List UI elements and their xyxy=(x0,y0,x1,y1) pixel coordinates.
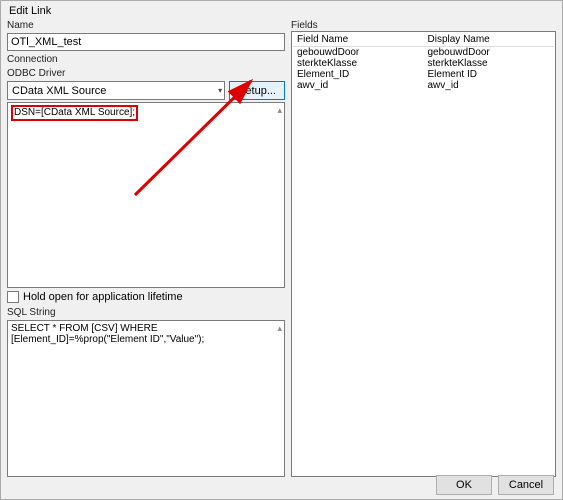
connection-label: Connection xyxy=(7,54,285,65)
cancel-button[interactable]: Cancel xyxy=(498,475,554,495)
sql-value: SELECT * FROM [CSV] WHERE [Element_ID]=%… xyxy=(11,323,204,345)
hold-open-checkbox[interactable] xyxy=(7,291,19,303)
table-row[interactable]: Element_IDElement ID xyxy=(293,69,554,80)
fields-listbox[interactable]: Field Name Display Name gebouwdDoorgebou… xyxy=(291,31,556,477)
odbc-label: ODBC Driver xyxy=(7,68,285,79)
right-panel: Fields Field Name Display Name gebouwdDo… xyxy=(291,19,556,477)
connection-textarea[interactable]: ▴ DSN=[CData XML Source]; xyxy=(7,102,285,288)
name-input[interactable] xyxy=(7,33,285,51)
table-row[interactable]: awv_idawv_id xyxy=(293,80,554,91)
name-label: Name xyxy=(7,20,285,31)
odbc-select[interactable]: CData XML Source ▾ xyxy=(7,81,225,100)
setup-button[interactable]: Setup... xyxy=(229,81,285,100)
odbc-select-wrap: CData XML Source ▾ xyxy=(7,81,225,100)
sql-textarea[interactable]: ▴ SELECT * FROM [CSV] WHERE [Element_ID]… xyxy=(7,320,285,477)
hold-open-label: Hold open for application lifetime xyxy=(23,291,183,303)
display-name-cell: awv_id xyxy=(424,80,555,91)
dialog-content: Name Connection ODBC Driver CData XML So… xyxy=(1,19,562,477)
edit-link-dialog: Edit Link Name Connection ODBC Driver CD… xyxy=(0,0,563,500)
odbc-select-value: CData XML Source xyxy=(12,85,106,97)
table-row[interactable]: gebouwdDoorgebouwdDoor xyxy=(293,47,554,59)
sql-label: SQL String xyxy=(7,307,285,318)
col-display-name[interactable]: Display Name xyxy=(424,33,555,47)
display-name-cell: gebouwdDoor xyxy=(424,47,555,59)
display-name-cell: Element ID xyxy=(424,69,555,80)
scroll-up-icon: ▴ xyxy=(277,105,282,116)
chevron-down-icon: ▾ xyxy=(218,86,222,95)
scroll-up-icon: ▴ xyxy=(277,323,282,334)
field-name-cell: sterkteKlasse xyxy=(293,58,424,69)
fields-table: Field Name Display Name gebouwdDoorgebou… xyxy=(293,33,554,91)
odbc-row: CData XML Source ▾ Setup... xyxy=(7,81,285,100)
hold-open-row: Hold open for application lifetime xyxy=(7,291,285,303)
field-name-cell: Element_ID xyxy=(293,69,424,80)
table-row[interactable]: sterkteKlassesterkteKlasse xyxy=(293,58,554,69)
col-field-name[interactable]: Field Name xyxy=(293,33,424,47)
field-name-cell: gebouwdDoor xyxy=(293,47,424,59)
left-panel: Name Connection ODBC Driver CData XML So… xyxy=(7,19,285,477)
field-name-cell: awv_id xyxy=(293,80,424,91)
dialog-footer: OK Cancel xyxy=(436,475,554,495)
connection-string-highlight: DSN=[CData XML Source]; xyxy=(11,105,138,121)
dialog-title: Edit Link xyxy=(1,1,562,19)
display-name-cell: sterkteKlasse xyxy=(424,58,555,69)
ok-button[interactable]: OK xyxy=(436,475,492,495)
fields-label: Fields xyxy=(291,20,556,31)
